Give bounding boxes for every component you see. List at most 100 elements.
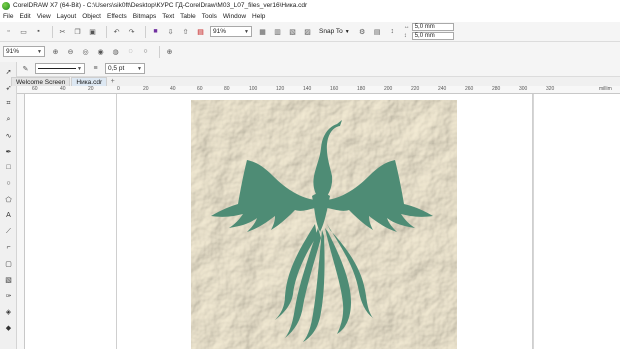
add-icon[interactable]: ⊕ xyxy=(164,46,175,57)
undo-icon[interactable]: ↶ xyxy=(111,26,122,37)
toolbar-separator xyxy=(52,25,53,38)
crop-tool-icon[interactable]: ⌗ xyxy=(3,98,14,109)
cut-icon[interactable]: ✂ xyxy=(57,26,68,37)
toolbar-separator xyxy=(106,25,107,38)
zoom-in-icon[interactable]: ⊕ xyxy=(50,46,61,57)
show-rulers-icon[interactable]: ▥ xyxy=(272,26,283,37)
snap-to-button[interactable]: Snap To ▼ xyxy=(317,26,352,38)
zoom-levels-select[interactable]: 91% ▼ xyxy=(3,46,45,57)
ruler-label: 280 xyxy=(492,86,501,92)
coreldraw-app-icon xyxy=(2,1,10,10)
line-style-preview xyxy=(38,68,76,69)
export-icon[interactable]: ⇧ xyxy=(180,26,191,37)
ellipse-tool-icon[interactable]: ○ xyxy=(3,178,14,189)
ruler-label: 300 xyxy=(519,86,528,92)
freehand-tool-icon[interactable]: ∿ xyxy=(3,130,14,141)
publish-pdf-icon[interactable]: ▤ xyxy=(195,26,206,37)
tab-nika-cdr[interactable]: Ника.cdr xyxy=(71,77,108,86)
transparency-tool-icon[interactable]: ▧ xyxy=(3,274,14,285)
menu-help[interactable]: Help xyxy=(252,13,265,20)
connector-tool-icon[interactable]: ⌐ xyxy=(3,242,14,253)
duplicate-height-input[interactable]: 5,0 mm xyxy=(411,32,454,40)
ruler-label: 40 xyxy=(60,86,66,92)
import-icon[interactable]: ⇩ xyxy=(165,26,176,37)
paste-icon[interactable]: ▣ xyxy=(87,26,98,37)
parallel-dimension-tool-icon[interactable]: ⟋ xyxy=(3,226,14,237)
menu-edit[interactable]: Edit xyxy=(19,13,30,20)
menu-layout[interactable]: Layout xyxy=(57,13,77,20)
full-screen-preview-icon[interactable]: ▦ xyxy=(257,26,268,37)
crumpled-paper-image[interactable] xyxy=(191,100,457,349)
toolbar-separator xyxy=(159,45,160,58)
zoom-to-page-icon[interactable]: ◍ xyxy=(110,46,121,57)
pick-tool-icon[interactable]: ➚ xyxy=(3,66,14,77)
copy-icon[interactable]: ❐ xyxy=(72,26,83,37)
zoom-to-selected-icon[interactable]: ◎ xyxy=(80,46,91,57)
ruler-label: 100 xyxy=(249,86,258,92)
menu-bar: File Edit View Layout Object Effects Bit… xyxy=(0,11,620,22)
canvas-right-area xyxy=(533,94,620,349)
zoom-to-all-objects-icon[interactable]: ◉ xyxy=(95,46,106,57)
menu-window[interactable]: Window xyxy=(223,13,246,20)
menu-text[interactable]: Text xyxy=(162,13,174,20)
outline-width-select[interactable]: 0,5 pt ▼ xyxy=(105,63,145,74)
duplicate-height-row: ↕ 5,0 mm xyxy=(404,32,454,41)
interactive-fill-tool-icon[interactable]: ◈ xyxy=(3,306,14,317)
menu-effects[interactable]: Effects xyxy=(107,13,127,20)
duplicate-width-input[interactable]: 5,0 mm xyxy=(411,23,454,31)
artistic-media-tool-icon[interactable]: ✒ xyxy=(3,146,14,157)
menu-bitmaps[interactable]: Bitmaps xyxy=(133,13,156,20)
ruler-label: 260 xyxy=(465,86,474,92)
redo-icon[interactable]: ↷ xyxy=(126,26,137,37)
drawing-canvas[interactable] xyxy=(25,94,620,349)
ruler-label: 160 xyxy=(330,86,339,92)
zoom-level-select[interactable]: 91% ▼ xyxy=(210,26,252,37)
application-launcher-icon[interactable]: ▤ xyxy=(372,26,383,37)
tab-welcome-screen[interactable]: Welcome Screen xyxy=(11,77,71,86)
menu-tools[interactable]: Tools xyxy=(202,13,217,20)
show-guidelines-icon[interactable]: ▨ xyxy=(302,26,313,37)
zoom-level-value: 91% xyxy=(213,28,227,35)
nudge-icon[interactable]: ↕ xyxy=(387,26,398,37)
ruler-label: 180 xyxy=(357,86,366,92)
chevron-down-icon: ▼ xyxy=(244,28,249,35)
polygon-tool-icon[interactable]: ⬠ xyxy=(3,194,14,205)
open-folder-icon[interactable]: ▭ xyxy=(18,26,29,37)
add-tab-icon[interactable]: + xyxy=(108,77,117,86)
text-tool-icon[interactable]: A xyxy=(3,210,14,221)
zoom-out-icon[interactable]: ⊖ xyxy=(65,46,76,57)
horizontal-distance-icon: ↔ xyxy=(403,24,410,30)
snap-to-label: Snap To xyxy=(319,28,343,35)
chevron-down-icon: ▼ xyxy=(137,65,142,72)
outline-width-value: 0,5 pt xyxy=(108,65,125,72)
zoom-tool-icon[interactable]: ⌕ xyxy=(3,114,14,125)
menu-view[interactable]: View xyxy=(37,13,51,20)
save-icon[interactable]: ▪ xyxy=(33,26,44,37)
options-icon[interactable]: ⚙ xyxy=(357,26,368,37)
smart-fill-tool-icon[interactable]: ◆ xyxy=(3,322,14,333)
ruler-label: 20 xyxy=(143,86,149,92)
ruler-label: 60 xyxy=(197,86,203,92)
drop-shadow-tool-icon[interactable]: ▢ xyxy=(3,258,14,269)
show-grid-icon[interactable]: ▧ xyxy=(287,26,298,37)
zoom-to-page-width-icon[interactable]: ◌ xyxy=(125,46,136,57)
eyedropper-tool-icon[interactable]: ✑ xyxy=(3,290,14,301)
title-bar: CorelDRAW X7 (64-Bit) - C:\Users\sik0ft\… xyxy=(0,0,620,11)
ruler-label: 40 xyxy=(170,86,176,92)
zoom-to-page-height-icon[interactable]: ○ xyxy=(140,46,151,57)
horizontal-ruler[interactable]: 60 40 20 0 20 40 60 80 100 120 140 160 1… xyxy=(17,86,620,94)
menu-table[interactable]: Table xyxy=(180,13,196,20)
window-title: CorelDRAW X7 (64-Bit) - C:\Users\sik0ft\… xyxy=(13,2,308,9)
menu-object[interactable]: Object xyxy=(82,13,101,20)
line-style-select[interactable]: ▼ xyxy=(35,63,85,74)
chevron-down-icon: ▼ xyxy=(344,28,350,35)
outline-pen-icon[interactable]: ✎ xyxy=(20,63,31,74)
vertical-ruler[interactable] xyxy=(17,94,25,349)
new-document-icon[interactable]: ▫ xyxy=(3,26,14,37)
document-tabs: Welcome Screen Ника.cdr + xyxy=(11,77,117,86)
rectangle-tool-icon[interactable]: □ xyxy=(3,162,14,173)
toolbar-separator xyxy=(145,25,146,38)
search-content-icon[interactable]: ■ xyxy=(150,26,161,37)
menu-file[interactable]: File xyxy=(3,13,13,20)
ruler-label: 220 xyxy=(411,86,420,92)
